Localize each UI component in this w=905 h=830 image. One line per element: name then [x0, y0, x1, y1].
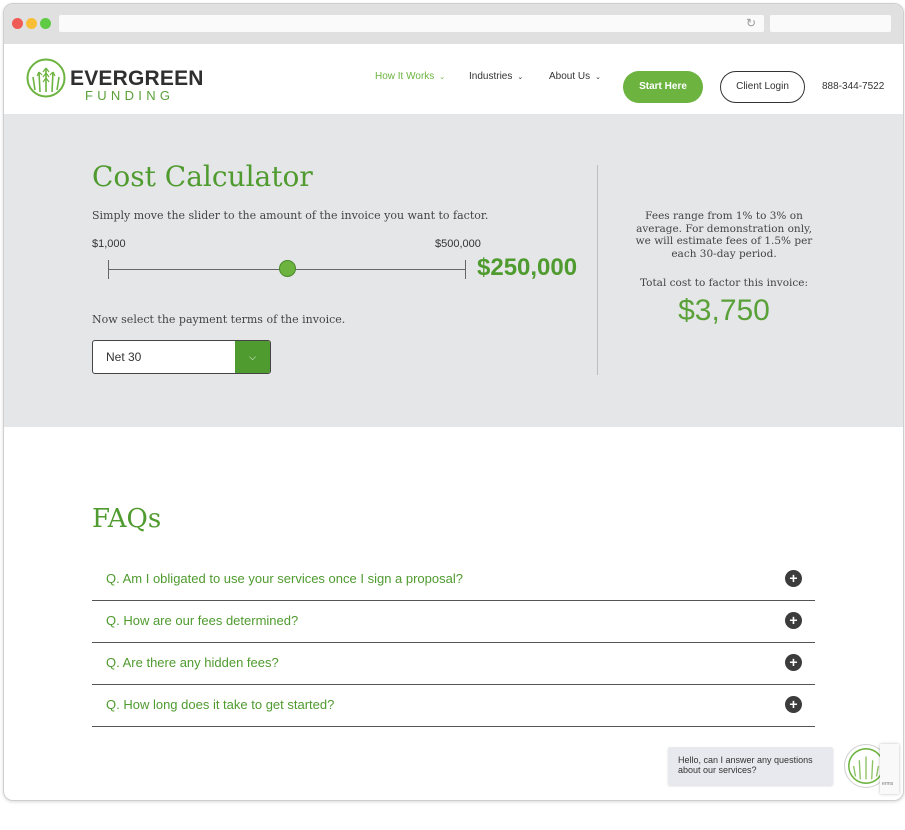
chevron-down-icon: ⌄	[517, 73, 524, 81]
client-login-button[interactable]: Client Login	[720, 71, 805, 103]
faq-question[interactable]: Q. Am I obligated to use your services o…	[106, 571, 463, 586]
faq-question[interactable]: Q. How are our fees determined?	[106, 613, 298, 628]
plus-circle-icon[interactable]: +	[785, 612, 802, 629]
selected-term: Net 30	[106, 350, 142, 364]
reload-icon[interactable]: ↻	[746, 15, 756, 32]
plus-circle-icon[interactable]: +	[785, 696, 802, 713]
wheat-logo-icon[interactable]	[26, 58, 66, 98]
recaptcha-badge[interactable]: erms	[880, 744, 899, 794]
payment-terms-select[interactable]: Net 30 ⌵	[92, 340, 271, 374]
maximize-window-button[interactable]	[40, 18, 51, 29]
browser-search-box[interactable]	[770, 15, 891, 32]
chat-prompt-bubble[interactable]: Hello, can I answer any questions about …	[668, 747, 833, 785]
browser-toolbar: ↻	[4, 4, 903, 44]
nav-about-us[interactable]: About Us ⌄	[549, 71, 601, 82]
slider-min-tick	[108, 260, 109, 279]
slider-handle[interactable]	[278, 260, 296, 277]
faq-item[interactable]: Q. Am I obligated to use your services o…	[92, 559, 815, 601]
logo-tagline: FUNDING	[85, 88, 175, 103]
total-cost-label: Total cost to factor this invoice:	[639, 277, 809, 289]
faq-question[interactable]: Q. Are there any hidden fees?	[106, 655, 279, 670]
faq-item[interactable]: Q. Are there any hidden fees? +	[92, 643, 815, 685]
slider-max-label: $500,000	[435, 238, 481, 250]
phone-number[interactable]: 888-344-7522	[822, 81, 884, 92]
nav-industries[interactable]: Industries ⌄	[469, 71, 523, 82]
invoice-amount: $250,000	[477, 254, 578, 281]
nav-label: How It Works	[375, 71, 435, 82]
browser-window: ↻ EVERGREEN FUNDING How It Works ⌄ Indus…	[3, 3, 904, 801]
fees-note: Fees range from 1% to 3% on average. For…	[635, 210, 813, 260]
slider-max-tick	[465, 260, 466, 279]
plus-circle-icon[interactable]: +	[785, 654, 802, 671]
vertical-divider	[597, 165, 598, 375]
slider-min-label: $1,000	[92, 238, 126, 250]
minimize-window-button[interactable]	[26, 18, 37, 29]
total-cost-value: $3,750	[678, 294, 770, 327]
calculator-description: Simply move the slider to the amount of …	[92, 209, 489, 222]
cost-calculator-section: Cost Calculator Simply move the slider t…	[4, 114, 903, 427]
plus-circle-icon[interactable]: +	[785, 570, 802, 587]
nav-how-it-works[interactable]: How It Works ⌄	[375, 71, 445, 82]
faq-title: FAQs	[92, 504, 162, 534]
chat-message: Hello, can I answer any questions about …	[678, 755, 813, 775]
chevron-down-icon: ⌄	[595, 73, 602, 81]
calculator-title: Cost Calculator	[92, 160, 313, 193]
chevron-down-icon: ⌄	[439, 73, 446, 81]
recaptcha-text: erms	[882, 781, 894, 787]
faq-question[interactable]: Q. How long does it take to get started?	[106, 697, 334, 712]
nav-label: About Us	[549, 71, 591, 82]
faq-item[interactable]: Q. How are our fees determined? +	[92, 601, 815, 643]
address-bar[interactable]: ↻	[59, 15, 764, 32]
start-here-button[interactable]: Start Here	[623, 71, 703, 103]
nav-label: Industries	[469, 71, 513, 82]
close-window-button[interactable]	[12, 18, 23, 29]
terms-label: Now select the payment terms of the invo…	[92, 313, 346, 326]
faq-item[interactable]: Q. How long does it take to get started?…	[92, 685, 815, 727]
site-header: EVERGREEN FUNDING How It Works ⌄ Industr…	[4, 44, 903, 114]
chevron-down-icon[interactable]: ⌵	[235, 341, 270, 373]
